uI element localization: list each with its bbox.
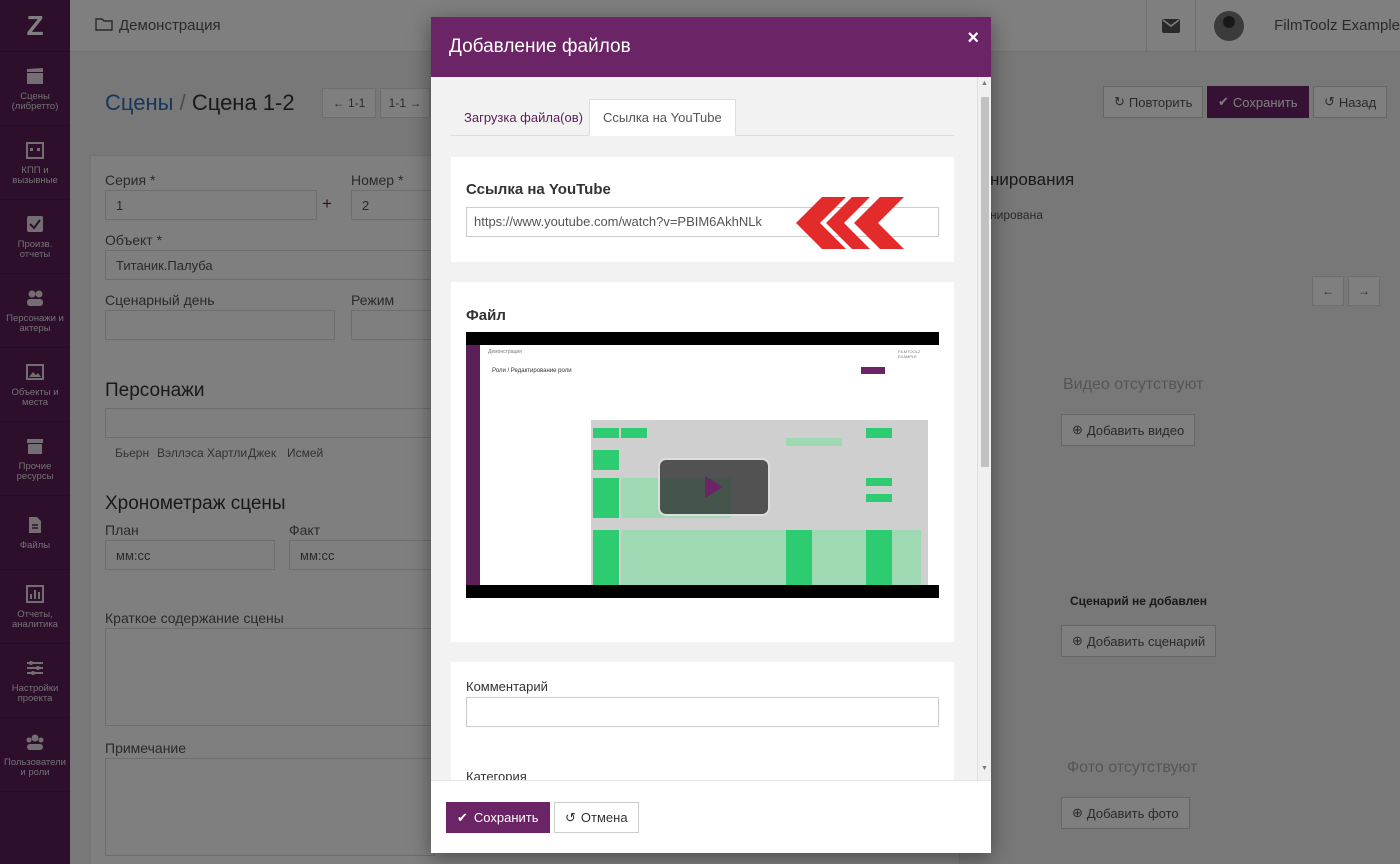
tab-youtube[interactable]: Ссылка на YouTube — [589, 99, 736, 136]
comment-input[interactable] — [466, 697, 939, 727]
play-icon — [705, 476, 723, 498]
preview-table-names — [486, 420, 591, 585]
modal-footer: ✔ Сохранить ↺ Отмена — [431, 780, 991, 853]
modal-title: Добавление файлов — [449, 36, 631, 57]
play-button[interactable] — [658, 458, 770, 516]
details-panel: Комментарий Категория — [451, 662, 954, 780]
save-button[interactable]: ✔ Сохранить — [446, 802, 550, 833]
check-icon: ✔ — [457, 809, 468, 825]
video-frame: Демонстрация FILMTOOLZ EXAMPLE Роли / Ре… — [466, 345, 939, 585]
scroll-up-icon[interactable]: ▲ — [981, 80, 988, 87]
file-panel: Файл Демонстрация FILMTOOLZ EXAMPLE Роли… — [451, 282, 954, 642]
scroll-thumb[interactable] — [981, 97, 989, 467]
youtube-heading: Ссылка на YouTube — [466, 181, 611, 198]
modal-scrollbar[interactable]: ▲ ▼ — [977, 77, 991, 780]
video-preview[interactable]: Демонстрация FILMTOOLZ EXAMPLE Роли / Ре… — [466, 332, 939, 598]
save-label: Сохранить — [473, 810, 539, 825]
category-label: Категория — [466, 769, 527, 780]
close-icon[interactable]: × — [967, 27, 979, 50]
preview-save — [861, 367, 885, 374]
modal-header: Добавление файлов × — [431, 17, 991, 77]
preview-user: FILMTOOLZ EXAMPLE — [898, 349, 921, 359]
preview-sidebar — [466, 345, 480, 585]
tab-bar: Загрузка файла(ов) Ссылка на YouTube — [451, 99, 954, 136]
add-files-modal: Добавление файлов × Загрузка файла(ов) С… — [431, 17, 991, 853]
undo-icon: ↺ — [565, 809, 576, 825]
preview-title: Роли / Редактирование роли — [492, 368, 572, 374]
modal-body: Загрузка файла(ов) Ссылка на YouTube Ссы… — [431, 77, 991, 780]
file-heading: Файл — [466, 307, 506, 324]
comment-label: Комментарий — [466, 679, 548, 694]
youtube-panel: Ссылка на YouTube https://www.youtube.co… — [451, 157, 954, 262]
cancel-label: Отмена — [580, 810, 628, 825]
scroll-down-icon[interactable]: ▼ — [981, 765, 988, 772]
tab-upload[interactable]: Загрузка файла(ов) — [451, 99, 596, 136]
cancel-button[interactable]: ↺ Отмена — [554, 802, 639, 833]
arrow-pointer-icon — [796, 197, 904, 249]
preview-crumb: Демонстрация — [488, 349, 522, 355]
